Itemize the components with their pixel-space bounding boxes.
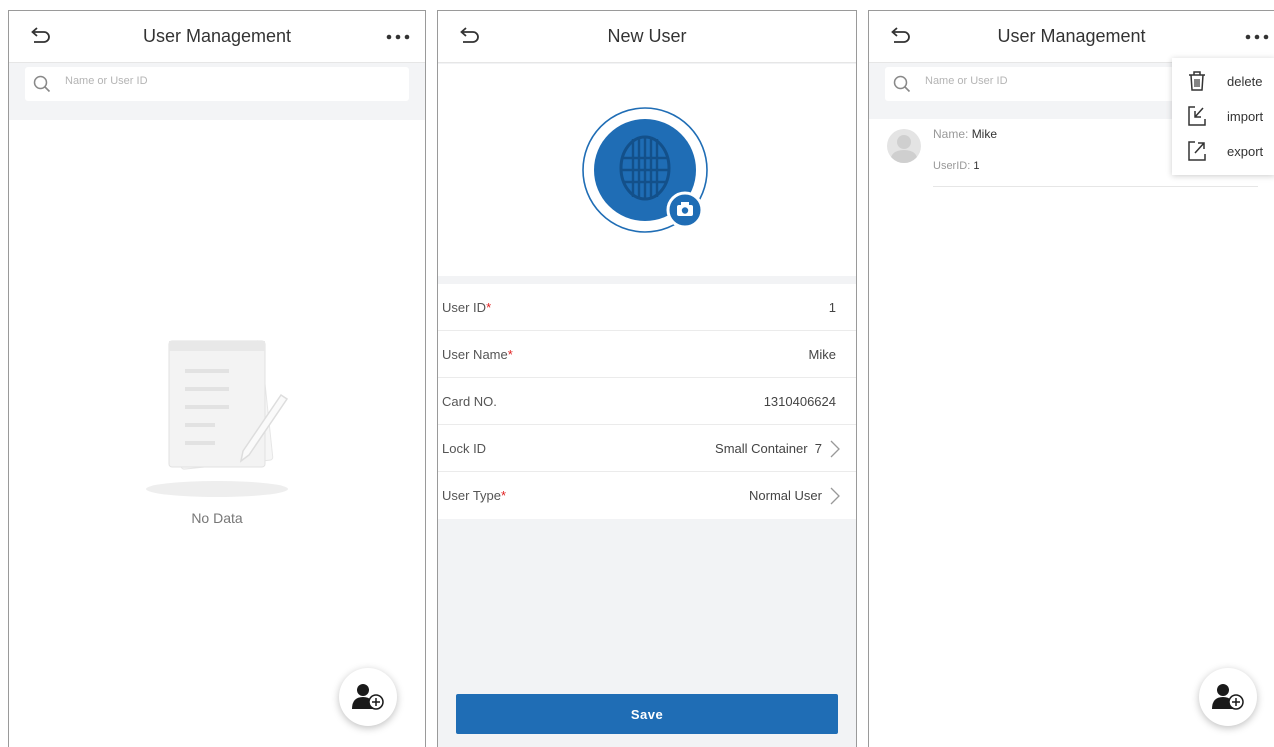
menu-item-export[interactable]: export [1172, 134, 1274, 168]
field-label: User Name* [442, 347, 513, 362]
save-button[interactable]: Save [456, 694, 838, 734]
search-area [9, 63, 425, 120]
lock-id-value: Small Container 7 [715, 441, 822, 456]
add-user-icon [1212, 684, 1244, 710]
more-options-icon[interactable] [1242, 27, 1272, 47]
field-label: Lock ID [442, 441, 487, 456]
chevron-right-icon [830, 487, 840, 505]
user-type-value: Normal User [749, 488, 822, 503]
chevron-right-icon [830, 440, 840, 458]
field-label: User Type* [442, 488, 507, 503]
top-bar: User Management [869, 11, 1274, 63]
avatar [887, 129, 921, 163]
field-label: User ID* [442, 300, 492, 315]
menu-item-import[interactable]: import [1172, 99, 1274, 133]
user-name-row[interactable]: User Name* Mike [438, 331, 856, 378]
user-management-list-screen: User Management Name: Mike UserID: 1 [868, 10, 1274, 747]
user-type-row[interactable]: User Type* Normal User [438, 472, 856, 519]
empty-document-illustration [146, 340, 289, 497]
card-number-value: 1310406624 [763, 394, 836, 409]
export-icon [1188, 141, 1206, 161]
field-label: Card NO. [442, 394, 497, 409]
user-management-empty-screen: User Management No Data [8, 10, 426, 747]
search-input[interactable] [925, 75, 1175, 87]
page-title: User Management [997, 26, 1146, 46]
user-name: Name: Mike [933, 127, 998, 141]
menu-item-label: export [1227, 144, 1264, 159]
search-box[interactable] [25, 67, 409, 101]
menu-item-delete[interactable]: delete [1172, 64, 1274, 98]
import-icon [1188, 106, 1206, 126]
user-id: UserID: 1 [933, 160, 980, 172]
divider [933, 186, 1258, 187]
new-user-screen: New User User ID* 1 User Name* Mike Card [437, 10, 857, 747]
lock-id-row[interactable]: Lock ID Small Container 7 [438, 425, 856, 472]
add-user-button[interactable] [1199, 668, 1257, 726]
page-title: New User [607, 26, 687, 46]
add-user-button[interactable] [339, 668, 397, 726]
user-id-row[interactable]: User ID* 1 [438, 284, 856, 331]
empty-state-text: No Data [191, 510, 243, 526]
search-input[interactable] [65, 75, 315, 87]
card-number-row[interactable]: Card NO. 1310406624 [438, 378, 856, 425]
user-id-value: 1 [828, 300, 836, 315]
search-icon [33, 75, 51, 93]
top-bar: User Management [9, 11, 425, 63]
person-icon [890, 135, 918, 163]
menu-item-label: import [1227, 109, 1264, 124]
page-title: User Management [142, 26, 292, 46]
search-icon [893, 75, 911, 93]
trash-icon [1189, 71, 1205, 91]
avatar-area [438, 64, 856, 276]
more-options-menu: delete import export [1172, 58, 1274, 175]
more-options-icon[interactable] [383, 27, 413, 47]
menu-item-label: delete [1227, 74, 1263, 89]
add-user-icon [352, 684, 384, 710]
user-form: User ID* 1 User Name* Mike Card NO. 1310… [438, 284, 856, 519]
user-name-value: Mike [808, 347, 836, 362]
face-avatar[interactable] [581, 106, 713, 238]
top-bar: New User [438, 11, 856, 63]
